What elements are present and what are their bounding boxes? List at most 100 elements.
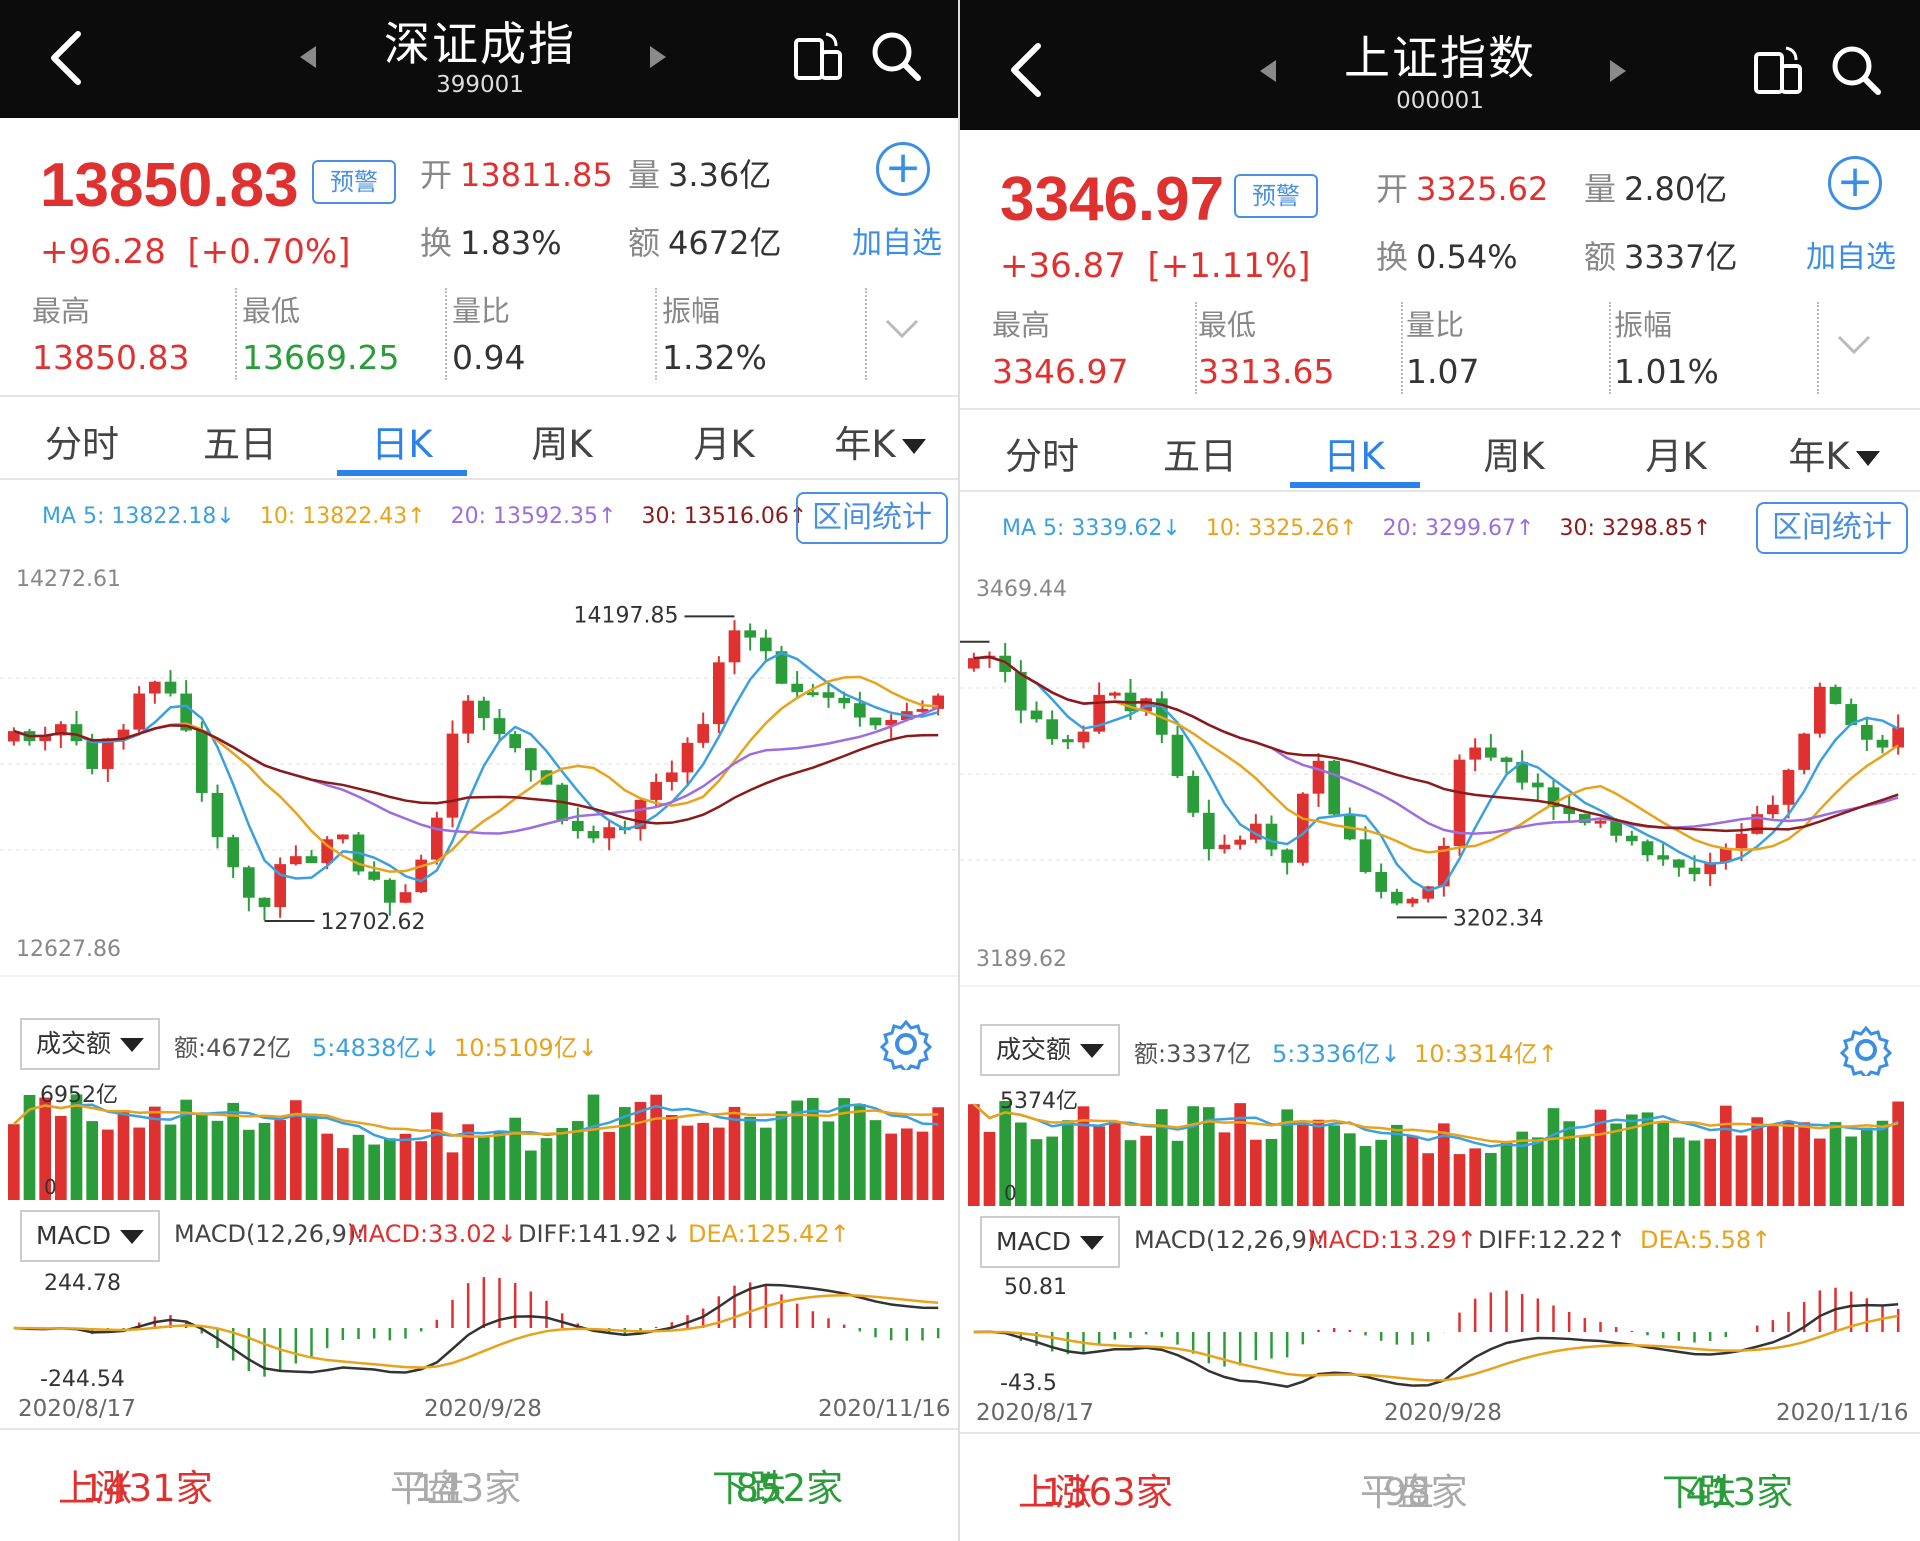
volume-ma10: 10:3314亿↑: [1414, 1040, 1558, 1068]
change-percent: [+1.11%]: [1147, 246, 1311, 286]
volume-bar: [321, 1133, 333, 1200]
volume-bar: [55, 1115, 67, 1200]
add-watchlist-button[interactable]: 加自选: [852, 218, 942, 262]
candle-body: [603, 827, 615, 839]
tab-five-day[interactable]: 五日: [1130, 426, 1270, 480]
volume-bar: [1375, 1139, 1387, 1206]
tab-intraday[interactable]: 分时: [972, 426, 1112, 480]
volume-bar: [540, 1138, 553, 1200]
volume-bar: [8, 1124, 20, 1200]
divider: [960, 1432, 1920, 1434]
candle-body: [1030, 710, 1043, 720]
tab-yearly-k[interactable]: 年K: [1764, 426, 1904, 480]
tab-monthly-k[interactable]: 月K: [1606, 426, 1746, 480]
candle-body: [1735, 833, 1748, 849]
candle-body: [666, 772, 678, 782]
range-stats-button[interactable]: 区间统计: [1756, 502, 1908, 554]
back-arrow-icon[interactable]: [40, 28, 96, 88]
volume-bar: [619, 1107, 631, 1200]
volume-bar: [885, 1133, 897, 1200]
candle-body: [791, 683, 803, 693]
volume-bar: [227, 1102, 239, 1200]
tab-weekly-k[interactable]: 周K: [1444, 426, 1584, 480]
volume-bar: [775, 1111, 788, 1200]
candle-body: [1375, 871, 1387, 892]
change-value: +36.87: [1000, 246, 1126, 286]
top-bar: 深证成指 399001: [0, 0, 958, 118]
chevron-down-icon[interactable]: [1836, 332, 1872, 358]
landscape-icon[interactable]: [1752, 44, 1804, 96]
candle-body: [1673, 859, 1685, 868]
plus-circle-icon[interactable]: +: [1828, 156, 1882, 210]
volume-bar: [666, 1114, 678, 1200]
volume-bar: [243, 1129, 255, 1200]
change-value: +96.28: [40, 232, 166, 272]
gear-icon[interactable]: [880, 1018, 932, 1070]
candle-body: [525, 748, 537, 771]
plus-circle-icon[interactable]: +: [876, 142, 930, 196]
candle-body: [509, 734, 521, 749]
candle-body: [822, 692, 835, 698]
volume-ma5: 5:3336亿↓: [1272, 1040, 1401, 1068]
prev-triangle-icon[interactable]: [1260, 60, 1276, 82]
gear-icon[interactable]: [1840, 1024, 1892, 1076]
volume-ma10: 10:5109亿↓: [454, 1034, 598, 1062]
candle-body: [650, 781, 662, 800]
macd-chart: 50.81 -43.5: [973, 1275, 1900, 1396]
volume-bar: [1265, 1138, 1278, 1206]
volume-bar: [901, 1128, 913, 1200]
candle-body: [493, 718, 506, 735]
chevron-down-icon[interactable]: [884, 316, 920, 342]
next-triangle-icon[interactable]: [650, 46, 666, 68]
macd-params: MACD(12,26,9):: [1134, 1226, 1325, 1254]
volume-bar: [1469, 1148, 1481, 1206]
rise-count: 上涨 1431家: [58, 1467, 213, 1510]
alert-button[interactable]: 预警: [1234, 174, 1318, 218]
macd-indicator-select[interactable]: MACD: [980, 1216, 1120, 1268]
volume-bar: [1563, 1121, 1575, 1206]
volume-indicator-select[interactable]: 成交额: [980, 1024, 1120, 1076]
ma30-line: [973, 655, 1899, 833]
tab-intraday[interactable]: 分时: [12, 414, 152, 468]
candle-body: [1265, 823, 1278, 850]
candle-body: [196, 730, 208, 793]
volume-bar: [1845, 1136, 1857, 1206]
tab-yearly-k[interactable]: 年K: [810, 414, 950, 468]
search-icon[interactable]: [868, 28, 924, 84]
macd-indicator-select[interactable]: MACD: [20, 1210, 160, 1262]
candle-body: [1328, 760, 1340, 815]
price-axis-bottom: 12627.86: [16, 937, 121, 962]
volume-bar: [1344, 1133, 1356, 1206]
candle-body: [337, 834, 349, 840]
next-triangle-icon[interactable]: [1610, 60, 1626, 82]
caret-down-icon: [120, 1038, 144, 1052]
volume-bar: [509, 1117, 521, 1200]
low-stat: 最低 13669.25: [242, 288, 447, 380]
tab-monthly-k[interactable]: 月K: [654, 414, 794, 468]
volume-bar: [1892, 1101, 1904, 1206]
tab-daily-k[interactable]: 日K: [332, 414, 472, 468]
alert-button[interactable]: 预警: [312, 160, 396, 204]
candle-body: [478, 700, 490, 719]
search-icon[interactable]: [1828, 42, 1884, 98]
volume-header: 成交额 额:4672亿 5:4838亿↓ 10:5109亿↓: [0, 1018, 958, 1078]
tab-daily-k[interactable]: 日K: [1284, 426, 1424, 480]
diff-value: DIFF:141.92↓: [518, 1220, 682, 1248]
volume-amount: 额:3337亿: [1134, 1040, 1252, 1068]
candle-body: [1469, 747, 1481, 760]
ma20-line: [973, 655, 1899, 835]
back-arrow-icon[interactable]: [1000, 40, 1056, 100]
candle-body: [681, 742, 694, 773]
tab-weekly-k[interactable]: 周K: [492, 414, 632, 468]
index-title: 上证指数: [1344, 31, 1536, 85]
volume-ma5: 5:4838亿↓: [312, 1034, 441, 1062]
prev-triangle-icon[interactable]: [300, 46, 316, 68]
volume-indicator-select[interactable]: 成交额: [20, 1018, 160, 1070]
candle-body: [572, 820, 584, 831]
candle-body: [1406, 898, 1419, 904]
volume-bar: [478, 1136, 490, 1200]
add-watchlist-button[interactable]: 加自选: [1806, 232, 1896, 276]
range-stats-button[interactable]: 区间统计: [796, 492, 948, 544]
landscape-icon[interactable]: [792, 30, 844, 82]
tab-five-day[interactable]: 五日: [170, 414, 310, 468]
